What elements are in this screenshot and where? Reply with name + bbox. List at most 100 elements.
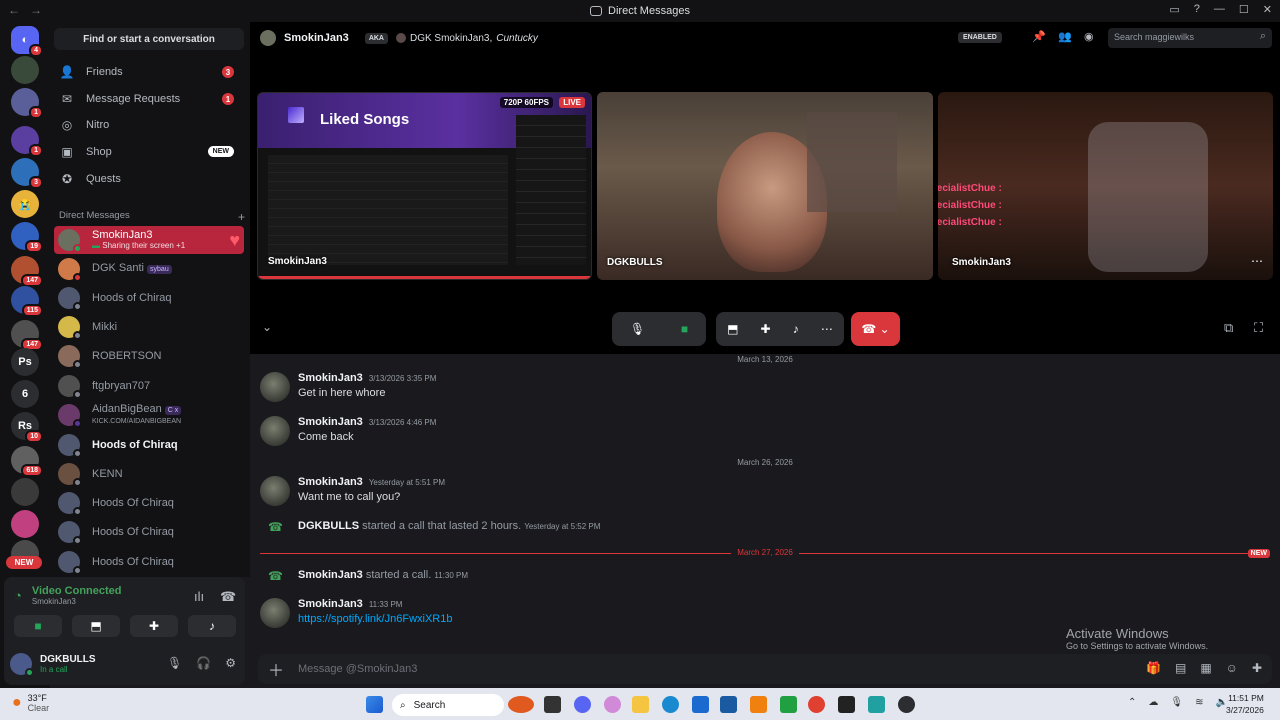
back-arrow-icon[interactable]: ← bbox=[8, 3, 20, 17]
enabled-badge[interactable]: ENABLED bbox=[958, 32, 1002, 43]
xbox-icon[interactable] bbox=[780, 696, 797, 713]
dm-item[interactable]: DGK Santi sybau bbox=[54, 255, 244, 283]
avatar[interactable] bbox=[10, 653, 34, 677]
dm-item[interactable]: Hoods of Chiraq bbox=[54, 284, 244, 312]
cloud-icon[interactable]: ☁ bbox=[1148, 697, 1158, 708]
server-icon[interactable]: 147 bbox=[11, 320, 43, 351]
server-icon-rs[interactable]: Rs 10 bbox=[11, 412, 43, 443]
avatar[interactable] bbox=[260, 598, 290, 628]
screen-share-button[interactable]: ⬒ bbox=[72, 615, 120, 637]
start-button-icon[interactable] bbox=[366, 696, 383, 713]
sticker-icon[interactable]: ▦ bbox=[1200, 661, 1211, 675]
server-icon[interactable] bbox=[11, 56, 39, 84]
pin-icon[interactable]: 📌 bbox=[1032, 30, 1046, 43]
server-icon[interactable]: 618 bbox=[11, 446, 43, 477]
stream-tile[interactable]: Liked Songs 720P 60FPS LIVE SmokinJan3 bbox=[257, 92, 592, 280]
close-button[interactable]: ✕ bbox=[1263, 3, 1272, 16]
server-icon-6[interactable]: 6 bbox=[11, 380, 39, 408]
dm-item[interactable]: Hoods of Chiraq bbox=[54, 431, 244, 459]
file-explorer-icon[interactable] bbox=[632, 696, 649, 713]
app-icon[interactable] bbox=[868, 696, 885, 713]
help-icon[interactable]: ? bbox=[1194, 3, 1200, 16]
weather-widget[interactable]: ● 33°F Clear bbox=[12, 693, 49, 713]
add-attachment-icon[interactable]: ＋ bbox=[268, 657, 284, 681]
maximize-button[interactable]: ☐ bbox=[1239, 3, 1249, 16]
server-icon[interactable]: 115 bbox=[11, 286, 43, 317]
dm-item[interactable]: Mikki bbox=[54, 313, 244, 341]
nav-message-requests[interactable]: ✉ Message Requests 1 bbox=[54, 87, 244, 111]
server-icon[interactable] bbox=[11, 478, 39, 506]
discord-app-icon[interactable] bbox=[574, 696, 591, 713]
server-icon[interactable]: 1 bbox=[11, 126, 43, 157]
clock[interactable]: 11:51 PM 3/27/2026 bbox=[1226, 692, 1264, 716]
leave-call-button[interactable]: ☎ ⌄ bbox=[851, 312, 900, 346]
copilot-icon[interactable] bbox=[604, 696, 621, 713]
dm-item[interactable]: KENN bbox=[54, 460, 244, 488]
task-view-icon[interactable] bbox=[544, 696, 561, 713]
emoji-icon[interactable]: ☺ bbox=[1226, 661, 1238, 675]
dm-item[interactable]: ROBERTSON bbox=[54, 342, 244, 370]
author-name[interactable]: DGKBULLS bbox=[298, 520, 359, 532]
taskbar-search[interactable]: ⌕ Search bbox=[392, 694, 504, 716]
microphone-icon[interactable]: 🎙 bbox=[630, 322, 645, 336]
author-name[interactable]: SmokinJan3 bbox=[298, 569, 363, 581]
camera-icon[interactable]: ■ bbox=[681, 322, 688, 336]
dm-item[interactable]: Hoods Of Chiraq bbox=[54, 518, 244, 546]
message-author[interactable]: SmokinJan3 Yesterday at 5:51 PM bbox=[298, 476, 445, 488]
outlook-icon[interactable] bbox=[720, 696, 737, 713]
voice-channel[interactable]: SmokinJan3 bbox=[32, 597, 122, 606]
gear-icon[interactable]: ⚙ bbox=[225, 656, 236, 670]
apps-icon[interactable]: ✚ bbox=[1252, 661, 1262, 675]
minimize-button[interactable]: — bbox=[1214, 3, 1225, 16]
create-dm-button[interactable]: + bbox=[238, 210, 245, 224]
message-link[interactable]: https://spotify.link/Jn6FwxiXR1b bbox=[298, 613, 452, 625]
screen-share-icon[interactable]: ⬒ bbox=[727, 322, 738, 336]
camera-button[interactable]: ■ bbox=[14, 615, 62, 637]
disconnect-icon[interactable]: ☎ bbox=[220, 589, 236, 605]
server-icon[interactable]: 1 bbox=[11, 88, 43, 119]
epic-games-icon[interactable] bbox=[838, 696, 855, 713]
more-options-icon[interactable]: ⋯ bbox=[1251, 254, 1263, 268]
server-icon-home[interactable]: ◐ 4 bbox=[11, 26, 43, 57]
avatar[interactable] bbox=[260, 372, 290, 402]
microphone-icon[interactable]: 🎙 bbox=[1170, 697, 1183, 708]
chevron-up-icon[interactable]: ⌃ bbox=[1128, 697, 1136, 708]
nav-friends[interactable]: 👤 Friends 3 bbox=[54, 60, 244, 84]
forward-arrow-icon[interactable]: → bbox=[30, 3, 42, 17]
server-icon-ps[interactable]: Ps bbox=[11, 348, 39, 376]
noise-suppression-icon[interactable]: ılı bbox=[194, 589, 204, 604]
soundboard-button[interactable]: ♪ bbox=[188, 615, 236, 637]
edge-icon[interactable] bbox=[662, 696, 679, 713]
dm-item-smokinjan3[interactable]: SmokinJan3 ▬ Sharing their screen +1 ♥ bbox=[54, 226, 244, 254]
chrome-icon[interactable] bbox=[808, 696, 825, 713]
dm-item[interactable]: Hoods Of Chiraq bbox=[54, 489, 244, 517]
nav-quests[interactable]: ✪ Quests bbox=[54, 167, 244, 191]
add-friend-icon[interactable]: 👥 bbox=[1058, 30, 1072, 43]
server-icon[interactable]: 19 bbox=[11, 222, 43, 253]
discord-ptb-icon[interactable] bbox=[898, 696, 915, 713]
avatar[interactable] bbox=[260, 476, 290, 506]
camera-tile[interactable]: SpecialistChue : SpecialistChue : Specia… bbox=[938, 92, 1273, 280]
chevron-down-icon[interactable]: ⌄ bbox=[262, 320, 272, 334]
message-author[interactable]: SmokinJan3 11:33 PM bbox=[298, 598, 402, 610]
soundboard-icon[interactable]: ♪ bbox=[793, 322, 799, 336]
fullscreen-icon[interactable]: ⛶ bbox=[1254, 320, 1263, 336]
gif-icon[interactable]: ▤ bbox=[1175, 661, 1186, 675]
message-author[interactable]: SmokinJan3 3/13/2026 4:46 PM bbox=[298, 416, 436, 428]
server-icon[interactable]: 3 bbox=[11, 158, 43, 189]
more-icon[interactable]: ⋯ bbox=[821, 322, 833, 336]
camera-tile[interactable]: DGKBULLS bbox=[597, 92, 933, 280]
find-conversation-button[interactable]: Find or start a conversation bbox=[54, 28, 244, 50]
nav-shop[interactable]: ▣ Shop NEW bbox=[54, 140, 244, 164]
dm-item[interactable]: Hoods Of Chiraq bbox=[54, 548, 244, 576]
store-icon[interactable] bbox=[692, 696, 709, 713]
server-icon-emoji[interactable]: 😭 bbox=[11, 190, 39, 218]
popout-icon[interactable]: ⧉ bbox=[1224, 320, 1233, 336]
wifi-icon[interactable]: ≋ bbox=[1195, 697, 1203, 708]
server-icon[interactable] bbox=[11, 510, 39, 538]
message-input[interactable]: Message @SmokinJan3 bbox=[298, 663, 417, 675]
activities-button[interactable]: ✚ bbox=[130, 615, 178, 637]
nav-nitro[interactable]: ◎ Nitro bbox=[54, 113, 244, 137]
headphones-icon[interactable]: 🎧 bbox=[196, 656, 211, 670]
message-author[interactable]: SmokinJan3 3/13/2026 3:35 PM bbox=[298, 372, 436, 384]
